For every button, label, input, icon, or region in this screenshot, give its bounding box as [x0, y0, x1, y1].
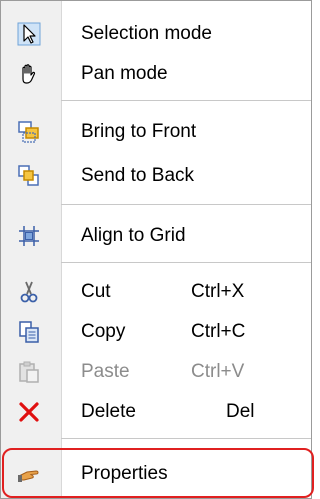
menu-item-copy[interactable]: Copy Ctrl+C: [1, 312, 311, 352]
menu-item-label: Selection mode: [81, 23, 212, 44]
menu-item-shortcut: Ctrl+C: [191, 321, 246, 342]
delete-x-icon: [19, 402, 39, 422]
hand-icon: [22, 64, 36, 84]
copy-icon: [19, 321, 39, 343]
align-grid-icon: [19, 226, 39, 246]
menu-item-shortcut: Ctrl+X: [191, 281, 245, 302]
menu-item-align-to-grid[interactable]: Align to Grid: [1, 216, 311, 256]
scissors-icon: [20, 281, 38, 303]
menu-item-cut[interactable]: Cut Ctrl+X: [1, 272, 311, 312]
menu-item-label: Paste: [81, 361, 130, 382]
send-to-back-icon: [18, 165, 39, 186]
bring-to-front-icon: [18, 121, 39, 143]
paste-icon: [19, 361, 39, 383]
menu-item-pan-mode[interactable]: Pan mode: [1, 54, 311, 94]
menu-item-send-to-back[interactable]: Send to Back: [1, 156, 311, 196]
pointer-arrow-icon: [17, 22, 41, 46]
context-menu: Selection mode Pan mode Bring to Front S…: [0, 0, 314, 499]
menu-item-label: Delete: [81, 401, 136, 422]
menu-separator: [61, 100, 311, 101]
menu-item-label: Send to Back: [81, 165, 195, 186]
menu-item-label: Cut: [81, 281, 111, 302]
highlight-outline: [2, 448, 314, 498]
menu-item-shortcut: Ctrl+V: [191, 361, 245, 382]
menu-item-label: Copy: [81, 321, 126, 342]
menu-separator: [61, 438, 311, 439]
menu-item-delete[interactable]: Delete Del: [1, 392, 311, 432]
menu-item-bring-to-front[interactable]: Bring to Front: [1, 112, 311, 152]
menu-separator: [61, 204, 311, 205]
menu-item-paste[interactable]: Paste Ctrl+V: [1, 352, 311, 392]
menu-item-label: Bring to Front: [81, 121, 197, 142]
menu-item-selection-mode[interactable]: Selection mode: [1, 14, 311, 54]
menu-item-shortcut: Del: [226, 401, 255, 422]
menu-separator: [61, 262, 311, 263]
menu-item-label: Align to Grid: [81, 225, 186, 246]
menu-item-label: Pan mode: [81, 63, 168, 84]
